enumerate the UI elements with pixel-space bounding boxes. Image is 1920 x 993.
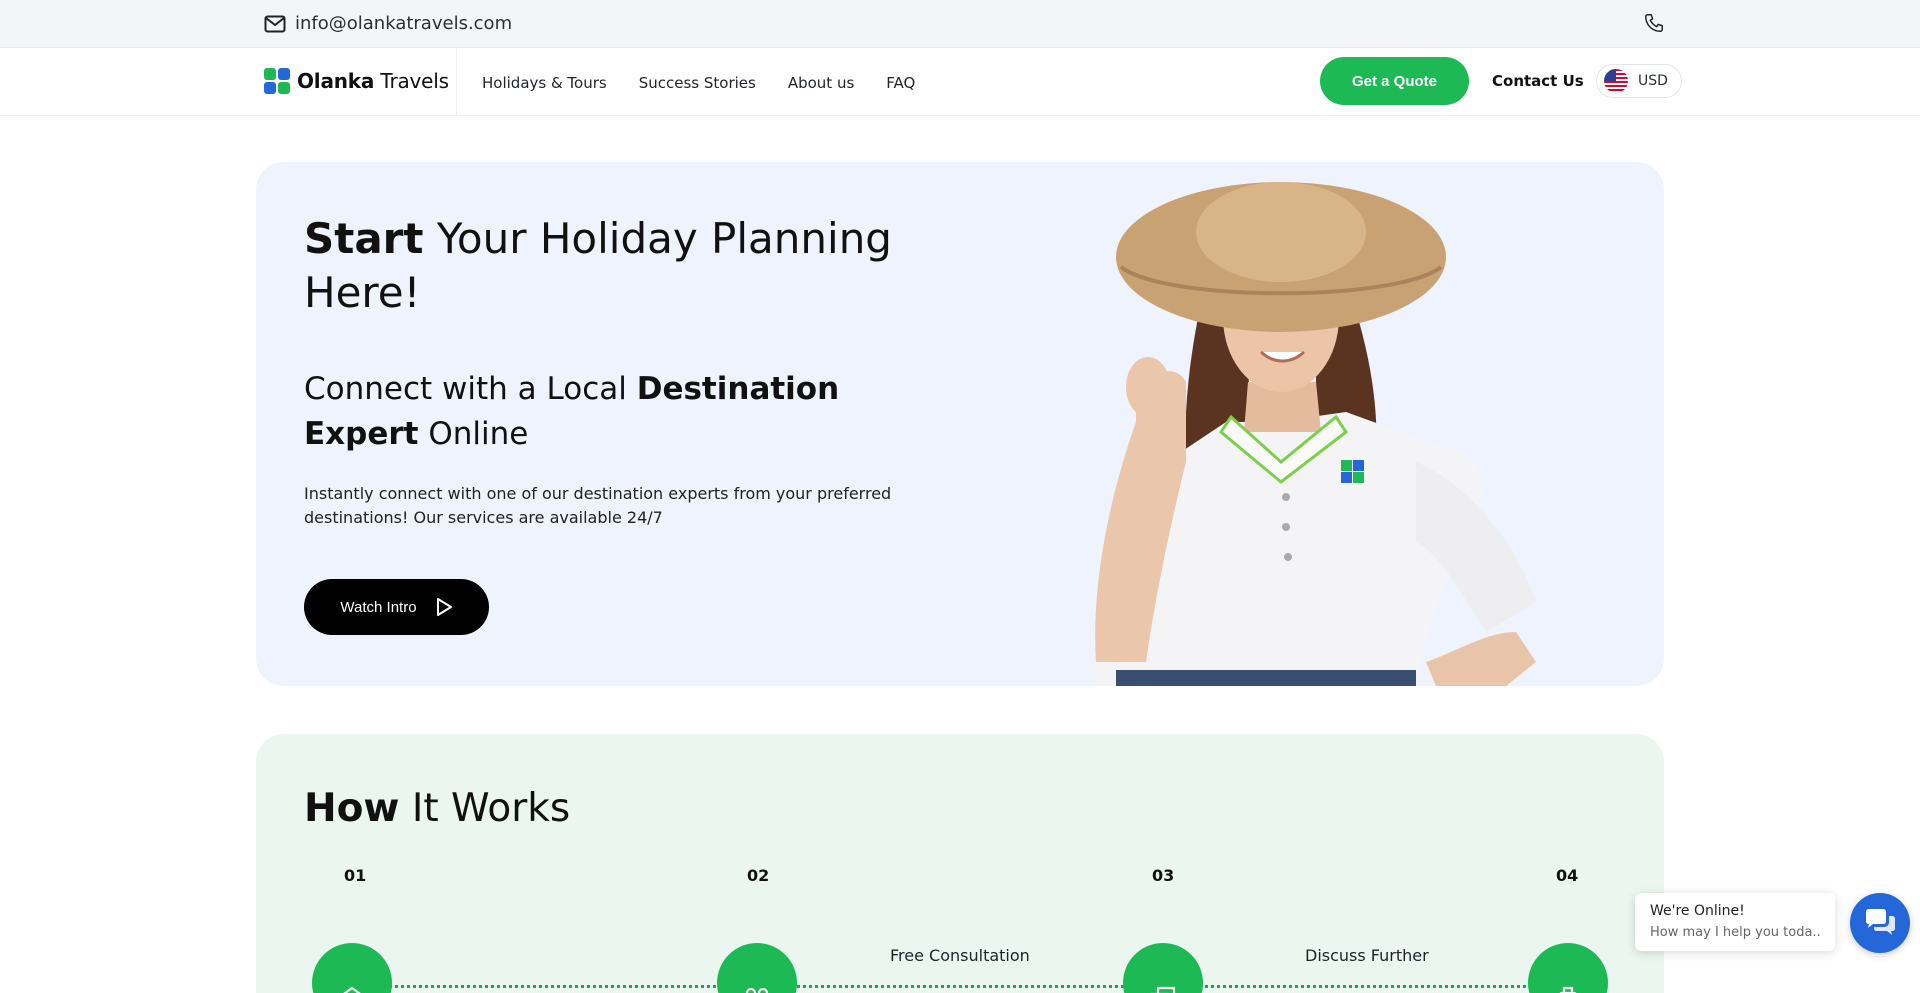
step-circle	[717, 943, 797, 993]
nav-menu: Holidays & Tours Success Stories About u…	[482, 74, 915, 92]
step-circle	[1123, 943, 1203, 993]
step-title: Free Consultation	[890, 946, 1030, 965]
contact-us-link[interactable]: Contact Us	[1492, 72, 1584, 90]
hero-description: Instantly connect with one of our destin…	[304, 484, 892, 527]
logo-mark-icon	[264, 68, 290, 94]
step-number: 02	[747, 866, 770, 885]
step-circle	[312, 943, 392, 993]
luggage-icon	[1559, 986, 1577, 993]
currency-label: USD	[1638, 73, 1668, 89]
watch-intro-button[interactable]: Watch Intro	[304, 579, 489, 635]
nav-item-about-us[interactable]: About us	[788, 74, 854, 92]
step-number: 01	[344, 866, 367, 885]
chat-greeting-title: We're Online!	[1650, 903, 1745, 919]
watch-intro-label: Watch Intro	[340, 598, 417, 616]
chat-greeting-subtitle: How may I help you toda...	[1650, 925, 1820, 940]
hero-title: Start Your Holiday Planning Here!	[304, 214, 892, 317]
phone-icon[interactable]	[1643, 12, 1665, 34]
play-icon	[436, 598, 452, 616]
step-circle	[1528, 943, 1608, 993]
email-link[interactable]: info@olankatravels.com	[264, 13, 512, 34]
nav-item-success-stories[interactable]: Success Stories	[639, 74, 756, 92]
us-flag-icon	[1604, 69, 1628, 93]
hero-subtitle: Connect with a Local Destination Expert …	[304, 371, 840, 452]
email-text: info@olankatravels.com	[295, 13, 513, 34]
step-number: 03	[1152, 866, 1175, 885]
how-it-works-title: How It Works	[304, 786, 571, 831]
logo[interactable]: Olanka Travels	[264, 68, 449, 94]
consultation-people-icon	[745, 987, 769, 993]
documents-check-icon	[1150, 986, 1176, 993]
currency-selector[interactable]: USD	[1596, 64, 1682, 98]
chat-greeting-bubble[interactable]: We're Online! How may I help you toda...	[1635, 893, 1835, 951]
step-number: 04	[1556, 866, 1579, 885]
how-it-works-section: How It Works 01 02 03 04 Free Consultati…	[256, 734, 1664, 993]
chat-launcher-button[interactable]	[1850, 893, 1910, 953]
main-nav: Olanka Travels Holidays & Tours Success …	[0, 48, 1920, 116]
nav-item-holidays-tours[interactable]: Holidays & Tours	[482, 74, 607, 92]
steps-connector	[336, 985, 1586, 988]
mail-icon	[264, 15, 286, 32]
envelope-open-icon	[343, 986, 361, 993]
hero-section: Start Your Holiday Planning Here! Connec…	[256, 162, 1664, 686]
get-a-quote-button[interactable]: Get a Quote	[1320, 57, 1469, 105]
destination-expert-photo	[1094, 182, 1536, 686]
nav-divider	[456, 48, 457, 116]
step-title: Discuss Further	[1305, 946, 1429, 965]
chat-bubbles-icon	[1866, 909, 1895, 935]
nav-item-faq[interactable]: FAQ	[886, 74, 915, 92]
top-bar: info@olankatravels.com	[0, 0, 1920, 48]
logo-text: Olanka Travels	[297, 69, 449, 93]
